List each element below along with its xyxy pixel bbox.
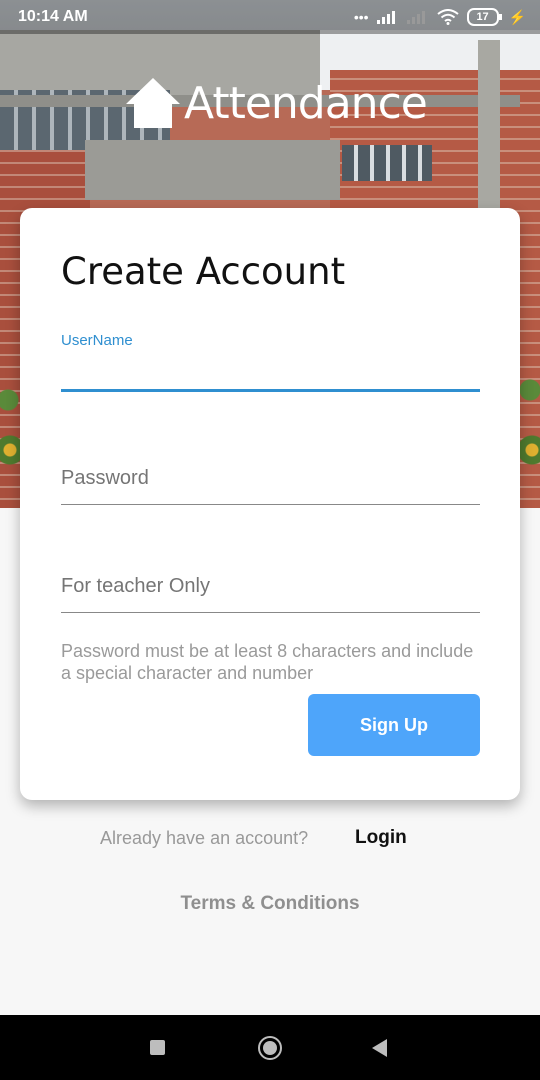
sign-up-button[interactable]: Sign Up bbox=[308, 694, 480, 756]
charging-icon: ⚡ bbox=[508, 8, 526, 25]
battery-icon: 17 bbox=[466, 8, 502, 26]
recents-icon[interactable] bbox=[150, 1040, 165, 1055]
password-hint: Password must be at least 8 characters a… bbox=[61, 641, 474, 683]
home-icon bbox=[126, 78, 180, 128]
status-bar: 10:14 AM ••• 17 ⚡ bbox=[0, 0, 540, 34]
status-time: 10:14 AM bbox=[18, 8, 88, 25]
app-title-label: Attendance bbox=[184, 77, 428, 129]
notification-dots-icon: ••• bbox=[353, 9, 369, 25]
password-underline bbox=[61, 504, 480, 505]
password-field bbox=[61, 452, 480, 505]
wifi-icon bbox=[436, 9, 459, 25]
app-title: Attendance bbox=[124, 76, 428, 130]
login-link[interactable]: Login bbox=[355, 827, 407, 849]
signal-icon bbox=[376, 11, 395, 24]
username-underline bbox=[61, 389, 480, 392]
teacher-field bbox=[61, 560, 480, 613]
back-icon[interactable] bbox=[372, 1039, 387, 1057]
teacher-code-input[interactable] bbox=[61, 560, 480, 612]
create-account-card: Create Account UserName Password must be… bbox=[20, 208, 520, 800]
terms-link[interactable]: Terms & Conditions bbox=[0, 893, 540, 915]
teacher-underline bbox=[61, 612, 480, 613]
username-input[interactable] bbox=[61, 349, 480, 389]
navigation-bar bbox=[0, 1015, 540, 1080]
password-input[interactable] bbox=[61, 452, 480, 504]
home-button-icon[interactable] bbox=[258, 1036, 282, 1060]
username-label: UserName bbox=[61, 332, 133, 349]
signal-weak-icon bbox=[406, 11, 425, 24]
page-title: Create Account bbox=[61, 250, 346, 293]
username-field: UserName bbox=[61, 332, 480, 392]
status-icons: ••• 17 ⚡ bbox=[354, 8, 526, 26]
already-account-text: Already have an account? bbox=[100, 828, 309, 848]
